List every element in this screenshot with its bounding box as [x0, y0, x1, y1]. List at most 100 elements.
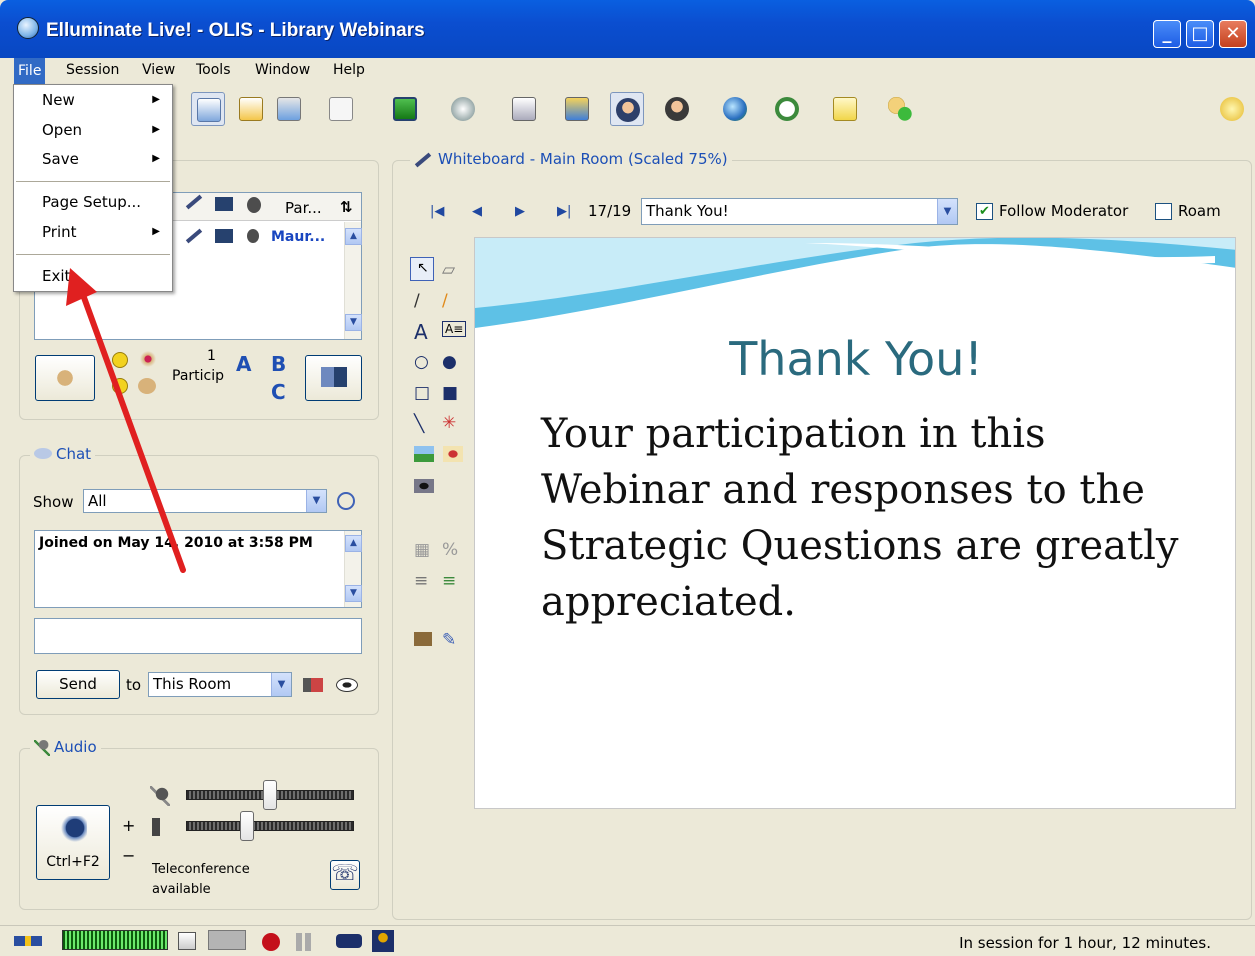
participant-name[interactable]: Maur...: [271, 229, 325, 245]
scroll-up-icon[interactable]: ▲: [345, 535, 362, 552]
send-button[interactable]: Send: [36, 670, 120, 699]
whiteboard-canvas[interactable]: Thank You! Your participation in this We…: [474, 237, 1236, 809]
last-page-button[interactable]: ▶|: [557, 204, 571, 219]
transfer-toolbar-button[interactable]: [560, 92, 594, 126]
lock-toolbar-button[interactable]: [234, 92, 268, 126]
open-folder-icon[interactable]: [414, 632, 432, 646]
unlocked-icon[interactable]: [178, 932, 196, 950]
speaker-volume-slider[interactable]: [186, 821, 354, 831]
previous-page-button[interactable]: ◀: [472, 204, 482, 219]
phone-icon[interactable]: [336, 934, 362, 948]
bring-front-tool-icon[interactable]: ≡: [442, 571, 456, 591]
video-preview-icon[interactable]: [208, 930, 246, 950]
step-away-button[interactable]: [305, 355, 362, 401]
chevron-down-icon[interactable]: ▼: [937, 199, 957, 224]
menu-tools[interactable]: Tools: [192, 62, 235, 78]
pen-tool-icon[interactable]: /: [414, 291, 420, 311]
file-menu-save[interactable]: Save: [42, 150, 79, 168]
line-tool-icon[interactable]: ╲: [414, 414, 424, 434]
webcam-permission-icon[interactable]: [247, 229, 259, 243]
chat-log[interactable]: Joined on May 14, 2010 at 3:58 PM ▲ ▼: [34, 530, 362, 608]
text-box-tool-icon[interactable]: A≡: [442, 321, 467, 337]
layout-toolbar-button[interactable]: [191, 92, 225, 126]
raise-hand-button[interactable]: [35, 355, 95, 401]
image-tool-icon[interactable]: [414, 446, 434, 462]
menu-file[interactable]: File: [14, 58, 46, 84]
add-user-toolbar-button[interactable]: [883, 92, 917, 126]
help-toolbar-button[interactable]: [1215, 92, 1249, 126]
chevron-down-icon[interactable]: ▼: [306, 490, 326, 512]
file-menu-print[interactable]: Print: [42, 223, 77, 241]
record-icon[interactable]: [262, 933, 280, 951]
eye-icon[interactable]: [336, 678, 358, 692]
menu-help[interactable]: Help: [329, 62, 369, 78]
web-tour-toolbar-button[interactable]: [718, 92, 752, 126]
rectangle-filled-tool-icon[interactable]: ■: [442, 383, 458, 403]
chat-scrollbar[interactable]: ▲ ▼: [344, 531, 362, 607]
whiteboard-toolbar-button[interactable]: [324, 92, 358, 126]
screenshot-tool-icon[interactable]: [414, 479, 434, 493]
select-tool[interactable]: ↖: [410, 257, 434, 281]
roam-checkbox[interactable]: [1155, 203, 1172, 220]
file-menu-exit[interactable]: Exit: [42, 267, 70, 285]
participants-name-header[interactable]: Par...: [285, 199, 322, 217]
talk-button[interactable]: Ctrl+F2: [36, 805, 110, 880]
maximize-button[interactable]: □: [1186, 20, 1214, 48]
page-title-select[interactable]: Thank You! ▼: [641, 198, 958, 225]
confused-icon[interactable]: [112, 378, 128, 394]
telephone-button[interactable]: ☏: [330, 860, 360, 890]
speaker-volume-thumb[interactable]: [239, 811, 254, 841]
network-users-icon[interactable]: [372, 930, 394, 952]
menu-session[interactable]: Session: [62, 62, 123, 78]
grid-tool-icon[interactable]: ▦: [414, 540, 430, 560]
rectangle-outline-tool-icon[interactable]: □: [414, 383, 430, 403]
scroll-down-icon[interactable]: ▼: [345, 585, 362, 602]
circle-outline-tool-icon[interactable]: ○: [414, 352, 429, 372]
participants-video-toolbar-button[interactable]: [660, 92, 694, 126]
menu-window[interactable]: Window: [251, 62, 314, 78]
smiley-icon[interactable]: [112, 352, 128, 368]
magic-wand-tool-icon[interactable]: ✳: [442, 413, 456, 433]
menu-view[interactable]: View: [138, 62, 179, 78]
chat-show-select[interactable]: All ▼: [83, 489, 327, 513]
new-page-icon[interactable]: ✎: [442, 630, 456, 650]
file-menu-page-setup[interactable]: Page Setup...: [42, 193, 141, 211]
chevron-down-icon[interactable]: ▼: [271, 673, 291, 696]
scroll-up-icon[interactable]: ▲: [345, 228, 362, 245]
circle-filled-tool-icon[interactable]: ●: [442, 352, 457, 372]
minimize-button[interactable]: _: [1153, 20, 1181, 48]
mic-level-thumb[interactable]: [263, 780, 277, 810]
chat-room-select[interactable]: This Room ▼: [148, 672, 292, 697]
follow-moderator-checkbox[interactable]: ✔: [976, 203, 993, 220]
screen-permission-icon[interactable]: [215, 229, 233, 243]
quiz-toolbar-button[interactable]: [507, 92, 541, 126]
notes-toolbar-button[interactable]: [828, 92, 862, 126]
poll-b-button[interactable]: B: [271, 352, 286, 376]
clock-icon[interactable]: [337, 492, 355, 510]
pause-icon[interactable]: [296, 933, 302, 951]
thumbs-icon[interactable]: [138, 378, 156, 394]
pencil-permission-icon[interactable]: [185, 228, 203, 244]
file-menu-new[interactable]: New: [42, 91, 75, 109]
sort-icon[interactable]: ⇅: [340, 198, 353, 216]
scroll-down-icon[interactable]: ▼: [345, 314, 362, 331]
percent-tool-icon[interactable]: %: [442, 540, 458, 560]
poll-a-button[interactable]: A: [236, 352, 251, 376]
close-button[interactable]: ✕: [1219, 20, 1247, 48]
eraser-tool-icon[interactable]: ▱: [442, 260, 455, 280]
applause-icon[interactable]: [138, 350, 158, 368]
poll-c-button[interactable]: C: [271, 380, 286, 404]
file-menu-open[interactable]: Open: [42, 121, 82, 139]
video-toolbar-button[interactable]: [610, 92, 644, 126]
send-back-tool-icon[interactable]: ≡: [414, 571, 428, 591]
highlighter-tool-icon[interactable]: /: [442, 291, 448, 311]
timer-toolbar-button[interactable]: [770, 92, 804, 126]
text-tool-icon[interactable]: A: [414, 320, 428, 344]
first-page-button[interactable]: |◀: [430, 204, 444, 219]
app-share-toolbar-button[interactable]: [388, 92, 422, 126]
chat-input[interactable]: [34, 618, 362, 654]
list-toolbar-button[interactable]: [272, 92, 306, 126]
next-page-button[interactable]: ▶: [515, 204, 525, 219]
megaphone-icon[interactable]: [303, 678, 323, 692]
participants-scrollbar[interactable]: ▲ ▼: [344, 222, 362, 339]
